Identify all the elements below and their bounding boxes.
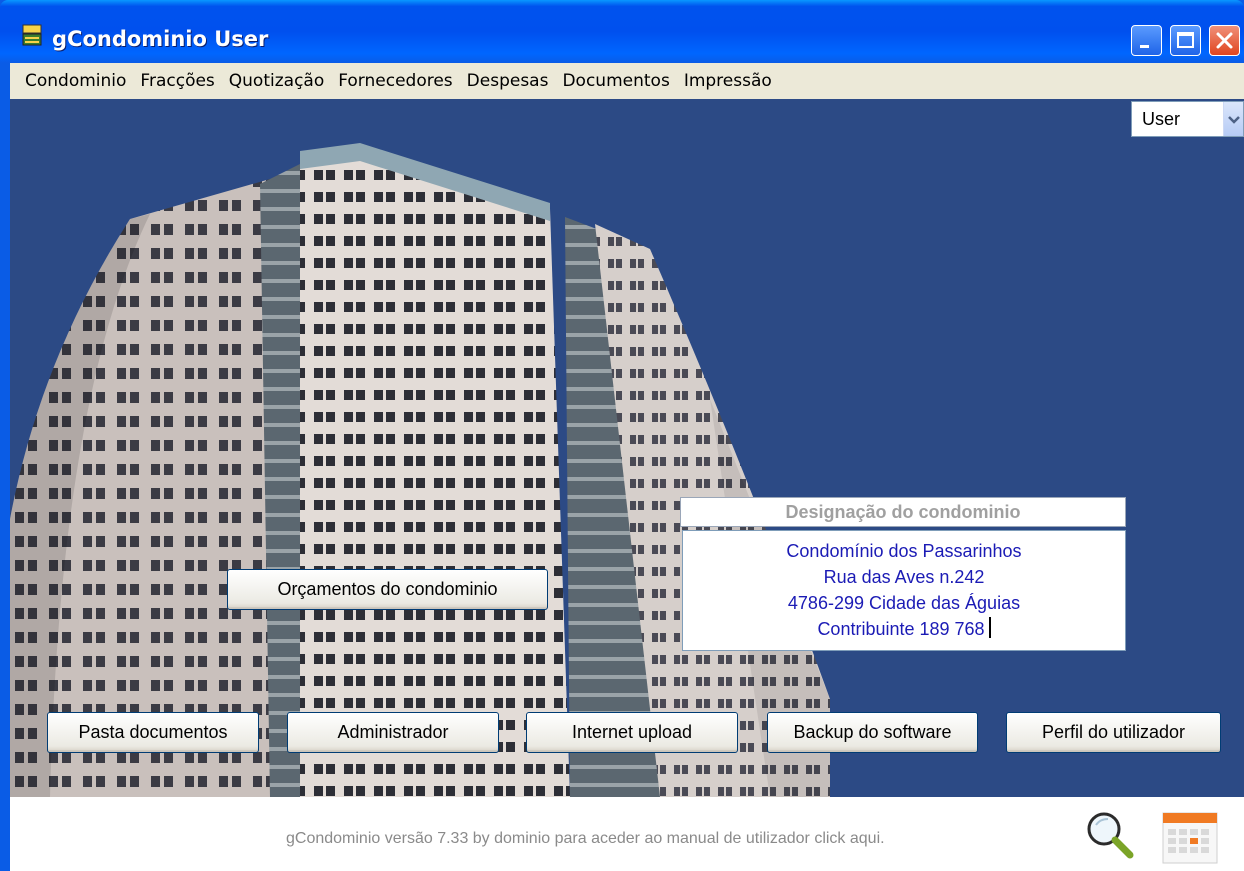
minimize-icon <box>1140 45 1149 48</box>
backup-button[interactable]: Backup do software <box>767 712 978 753</box>
maximize-button[interactable] <box>1170 25 1201 56</box>
perfil-utilizador-button[interactable]: Perfil do utilizador <box>1006 712 1221 753</box>
menu-condominio[interactable]: Condominio <box>24 69 127 93</box>
user-select[interactable]: User <box>1131 101 1244 137</box>
text-caret <box>988 617 991 638</box>
maximize-icon <box>1177 32 1194 48</box>
app-icon <box>22 24 42 46</box>
calendar-icon[interactable] <box>1159 807 1221 867</box>
manual-link[interactable]: gCondominio versão 7.33 by dominio para … <box>286 830 885 848</box>
magnifier-icon[interactable] <box>1082 807 1138 863</box>
close-button[interactable] <box>1209 25 1240 56</box>
menu-bar: Condominio Fracções Quotização Fornecedo… <box>10 63 1244 99</box>
menu-despesas[interactable]: Despesas <box>466 69 550 93</box>
chevron-down-icon <box>1228 116 1240 124</box>
designation-line-3: 4786-299 Cidade das Águias <box>787 593 1021 613</box>
dropdown-arrow[interactable] <box>1223 102 1243 136</box>
building-image <box>10 143 830 797</box>
pasta-documentos-button[interactable]: Pasta documentos <box>47 712 259 753</box>
menu-fraccoes[interactable]: Fracções <box>139 69 215 93</box>
menu-impressao[interactable]: Impressão <box>683 69 773 93</box>
close-icon <box>1216 32 1233 49</box>
internet-upload-button[interactable]: Internet upload <box>526 712 738 753</box>
administrador-button[interactable]: Administrador <box>287 712 499 753</box>
designation-line-2: Rua das Aves n.242 <box>823 567 985 587</box>
minimize-button[interactable] <box>1131 25 1162 56</box>
designation-header: Designação do condominio <box>680 497 1126 527</box>
main-panel: User Designação do condominio Condomínio… <box>10 99 1244 797</box>
designation-box[interactable]: Condomínio dos Passarinhos Rua das Aves … <box>682 530 1126 651</box>
menu-documentos[interactable]: Documentos <box>561 69 670 93</box>
orcamentos-button[interactable]: Orçamentos do condominio <box>227 569 548 610</box>
menu-quotizacao[interactable]: Quotização <box>228 69 325 93</box>
menu-fornecedores[interactable]: Fornecedores <box>337 69 453 93</box>
designation-line-4-text: Contribuinte 189 768 <box>817 619 985 639</box>
user-select-value: User <box>1142 109 1181 129</box>
designation-line-1: Condomínio dos Passarinhos <box>786 541 1022 561</box>
title-bar[interactable]: gCondominio User <box>0 0 1244 63</box>
designation-line-4: Contribuinte 189 768 <box>683 616 1125 642</box>
footer: gCondominio versão 7.33 by dominio para … <box>10 797 1244 871</box>
window-title: gCondominio User <box>52 27 269 51</box>
app-window: gCondominio User Condominio Fracções Quo… <box>0 0 1244 871</box>
